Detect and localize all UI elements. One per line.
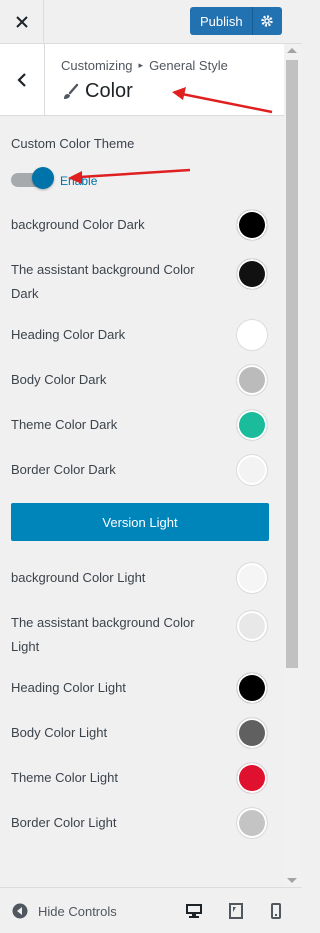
color-swatch[interactable] <box>236 762 268 794</box>
page-title: Color <box>61 80 133 103</box>
hide-controls-label[interactable]: Hide Controls <box>38 904 117 919</box>
color-swatch[interactable] <box>236 562 268 594</box>
customizer-header: Publish <box>0 0 302 44</box>
breadcrumb-parent: General Style <box>149 58 228 73</box>
color-swatch[interactable] <box>236 209 268 241</box>
color-swatch[interactable] <box>236 364 268 396</box>
color-swatch[interactable] <box>236 258 268 290</box>
color-label: Body Color Light <box>11 725 108 740</box>
color-label: Body Color Dark <box>11 372 107 387</box>
color-swatch[interactable] <box>236 610 268 642</box>
desktop-preview-icon[interactable] <box>184 901 204 921</box>
breadcrumb: Customizing ▸ General Style <box>61 58 228 73</box>
custom-theme-title: Custom Color Theme <box>11 136 135 151</box>
tablet-preview-icon[interactable] <box>226 901 246 921</box>
hide-controls-button[interactable]: Hide Controls <box>12 903 117 919</box>
color-label: Theme Color Light <box>11 770 118 785</box>
gear-icon[interactable] <box>253 7 281 35</box>
color-swatch[interactable] <box>236 717 268 749</box>
color-label: background Color Dark <box>11 217 145 232</box>
scrollbar[interactable] <box>284 44 302 887</box>
enable-toggle[interactable] <box>11 167 54 189</box>
color-swatch[interactable] <box>236 672 268 704</box>
color-label: The assistant background Color Dark <box>11 262 195 301</box>
collapse-icon <box>12 903 28 919</box>
chevron-left-icon <box>17 73 26 87</box>
color-label: background Color Light <box>11 570 146 585</box>
color-label: Heading Color Dark <box>11 327 126 342</box>
customizer-footer: Hide Controls <box>0 887 302 933</box>
color-label: Theme Color Dark <box>11 417 118 432</box>
color-swatch[interactable] <box>236 409 268 441</box>
back-button[interactable] <box>0 44 45 116</box>
color-label: Border Color Light <box>11 815 117 830</box>
close-icon[interactable] <box>0 0 44 44</box>
breadcrumb-separator-icon: ▸ <box>138 60 144 70</box>
scroll-down-icon[interactable] <box>287 878 297 883</box>
mobile-preview-icon[interactable] <box>266 901 286 921</box>
color-swatch[interactable] <box>236 319 268 351</box>
color-swatch[interactable] <box>236 807 268 839</box>
publish-button[interactable]: Publish <box>190 7 282 35</box>
color-label: The assistant background Color Light <box>11 615 195 654</box>
publish-label[interactable]: Publish <box>190 14 252 29</box>
color-label: Heading Color Light <box>11 680 126 695</box>
toggle-knob[interactable] <box>32 167 54 189</box>
scrollbar-thumb[interactable] <box>286 60 298 668</box>
color-label: Border Color Dark <box>11 462 116 477</box>
breadcrumb-root: Customizing <box>61 58 133 73</box>
color-swatch[interactable] <box>236 454 268 486</box>
scroll-up-icon[interactable] <box>287 48 297 53</box>
enable-toggle-label[interactable]: Enable <box>60 174 97 188</box>
section-header: Customizing ▸ General Style Color <box>0 44 284 116</box>
paintbrush-icon <box>64 83 79 99</box>
version-light-button[interactable]: Version Light <box>11 503 269 541</box>
page-title-text: Color <box>85 80 133 102</box>
